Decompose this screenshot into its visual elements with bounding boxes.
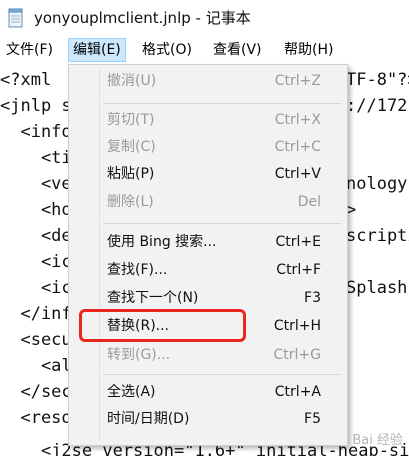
menu-item-label: 复制(C) — [107, 139, 156, 155]
menu-item-shortcut: Ctrl+G — [273, 347, 322, 363]
editor-line: <info — [0, 122, 72, 142]
menu-item-label: 使用 Bing 搜索... — [107, 234, 217, 250]
editor-line-tail: Splash.j — [346, 278, 409, 298]
editor-line: <ve — [0, 174, 72, 194]
menu-separator — [103, 103, 341, 104]
menu-item-label: 查找下一个(N) — [107, 290, 199, 306]
menu-item-cut[interactable]: 剪切(T) Ctrl+X — [69, 108, 347, 132]
menu-item-label: 时间/日期(D) — [107, 411, 190, 427]
editor-line: <?xml — [0, 70, 52, 90]
editor-line: <de — [0, 226, 72, 246]
menu-item-shortcut: Ctrl+X — [274, 112, 321, 128]
menu-item-delete[interactable]: 删除(L) Del — [69, 190, 347, 214]
menu-item-paste[interactable]: 粘贴(P) Ctrl+V — [69, 162, 347, 186]
menu-item-copy[interactable]: 复制(C) Ctrl+C — [69, 135, 347, 159]
menu-item-shortcut: Ctrl+C — [274, 139, 321, 155]
notepad-icon — [8, 8, 23, 28]
menu-view[interactable]: 查看(V) — [209, 39, 266, 61]
menu-item-find[interactable]: 查找(F)... Ctrl+F — [69, 258, 347, 282]
editor-line-tail: ://172. — [346, 96, 409, 116]
edit-menu-dropdown: 撤消(U) Ctrl+Z 剪切(T) Ctrl+X 复制(C) Ctrl+C 粘… — [68, 64, 348, 446]
watermark: Bai 经验 — [352, 433, 403, 448]
menu-bar: 文件(F) 编辑(E) 格式(O) 查看(V) 帮助(H) — [0, 37, 409, 64]
editor-line: </sec — [0, 382, 72, 402]
menu-item-label: 粘贴(P) — [107, 166, 155, 182]
menu-item-label: 剪切(T) — [107, 112, 155, 128]
menu-item-label: 全选(A) — [107, 384, 156, 400]
editor-line: <reso — [0, 408, 72, 428]
menu-separator — [103, 374, 341, 375]
menu-item-label: 查找(F)... — [107, 262, 168, 278]
menu-item-shortcut: Ctrl+H — [273, 318, 321, 334]
editor-line-tail: scriptio — [346, 226, 409, 246]
menu-format[interactable]: 格式(O) — [138, 39, 196, 61]
menu-item-label: 撤消(U) — [107, 73, 157, 89]
menu-item-find-next[interactable]: 查找下一个(N) F3 — [69, 286, 347, 310]
menu-item-bing-search[interactable]: 使用 Bing 搜索... Ctrl+E — [69, 230, 347, 254]
menu-item-shortcut: Ctrl+E — [275, 234, 322, 250]
editor-line: <al — [0, 356, 72, 376]
menu-item-undo[interactable]: 撤消(U) Ctrl+Z — [69, 69, 347, 93]
menu-separator — [103, 223, 341, 224]
menu-item-shortcut: Ctrl+V — [274, 166, 321, 182]
menu-edit[interactable]: 编辑(E) — [68, 38, 126, 62]
menu-item-shortcut: Ctrl+A — [274, 384, 321, 400]
menu-item-shortcut: F3 — [304, 290, 321, 306]
menu-item-shortcut: F5 — [304, 411, 321, 427]
replace-highlight-box — [79, 309, 246, 342]
menu-item-goto[interactable]: 转到(G)... Ctrl+G — [69, 343, 347, 367]
title-bar: yonyouplmclient.jnlp - 记事本 — [0, 0, 409, 36]
menu-item-shortcut: Ctrl+Z — [274, 73, 321, 89]
menu-item-select-all[interactable]: 全选(A) Ctrl+A — [69, 380, 347, 404]
menu-item-shortcut: Ctrl+F — [276, 262, 321, 278]
menu-item-label: 删除(L) — [107, 194, 154, 210]
editor-line: <secu — [0, 330, 72, 350]
menu-help[interactable]: 帮助(H) — [280, 39, 337, 61]
editor-line-tail: TF-8"?> — [346, 70, 409, 90]
editor-line: <ho — [0, 200, 72, 220]
editor-line: </inf — [0, 304, 72, 324]
menu-file[interactable]: 文件(F) — [2, 39, 57, 61]
menu-item-time-date[interactable]: 时间/日期(D) F5 — [69, 407, 347, 431]
window-title: yonyouplmclient.jnlp - 记事本 — [34, 9, 251, 27]
menu-item-label: 转到(G)... — [107, 347, 171, 363]
editor-line: <jnlp s — [0, 96, 72, 116]
menu-item-shortcut: Del — [297, 194, 321, 210]
editor-line-tail: nology — [346, 174, 408, 194]
